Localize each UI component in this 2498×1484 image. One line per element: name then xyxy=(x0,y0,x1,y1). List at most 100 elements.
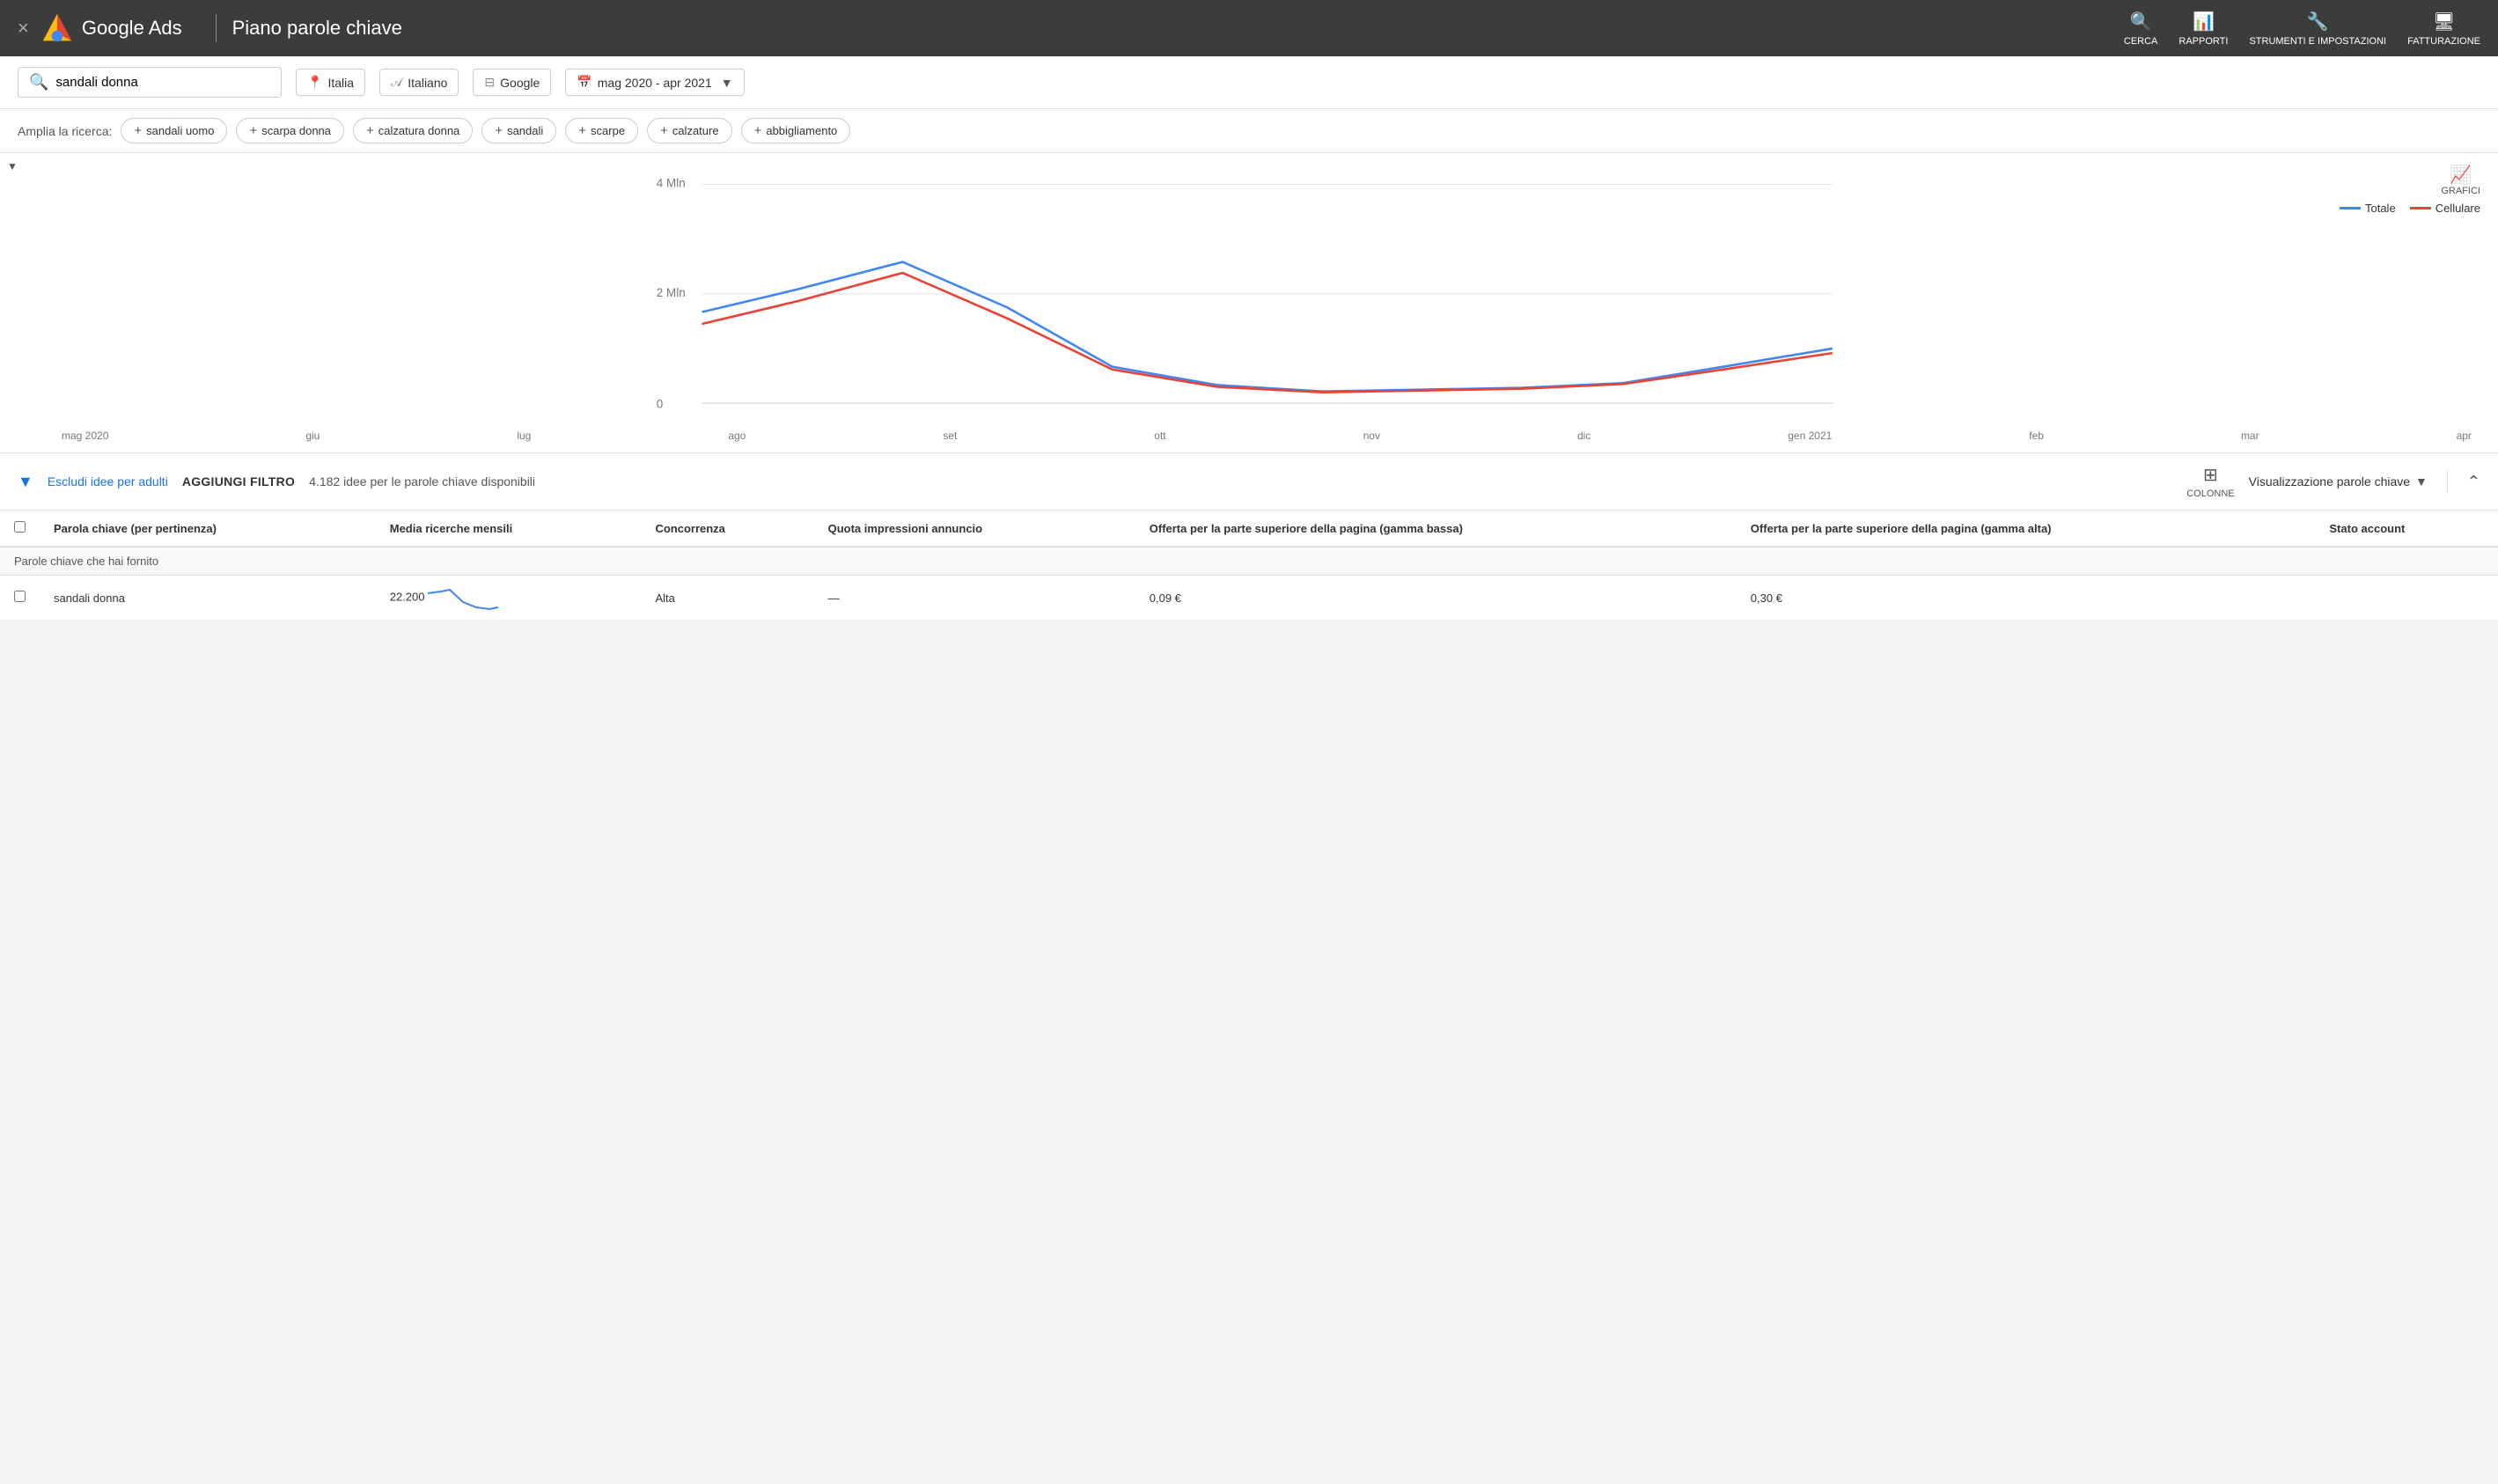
svg-text:4 Mln: 4 Mln xyxy=(657,177,686,190)
collapse-table-button[interactable]: ⌃ xyxy=(2467,473,2480,491)
related-chip-label: abbigliamento xyxy=(766,124,837,137)
strumenti-icon: 🔧 xyxy=(2307,11,2329,33)
plus-icon: + xyxy=(366,123,374,138)
ideas-count: 4.182 idee per le parole chiave disponib… xyxy=(309,474,2172,489)
monthly-searches-cell: 22.200 xyxy=(376,576,642,621)
strumenti-label: STRUMENTI E IMPOSTAZIONI xyxy=(2249,36,2386,47)
plus-icon: + xyxy=(754,123,762,138)
bid-low-header: Offerta per la parte superiore della pag… xyxy=(1135,511,1737,547)
x-label-ago: ago xyxy=(728,430,746,442)
related-chip-label: sandali uomo xyxy=(146,124,214,137)
related-chip-scarpa-donna[interactable]: + scarpa donna xyxy=(236,118,344,143)
network-icon: ⊟ xyxy=(484,75,495,90)
chart-container: 4 Mln 2 Mln 0 mag 2020 giu lug ago set o… xyxy=(0,153,2498,452)
monthly-searches-header: Media ricerche mensili xyxy=(376,511,642,547)
date-range-label: mag 2020 - apr 2021 xyxy=(598,76,712,90)
related-chip-label: scarpe xyxy=(591,124,625,137)
keyword-header: Parola chiave (per pertinenza) xyxy=(40,511,376,547)
date-range-filter[interactable]: 📅 mag 2020 - apr 2021 ▼ xyxy=(565,69,744,96)
filter-icon[interactable]: ▼ xyxy=(18,473,33,491)
trend-sparkline xyxy=(428,584,498,611)
impression-share-header: Quota impressioni annuncio xyxy=(814,511,1135,547)
fatturazione-label: FATTURAZIONE xyxy=(2407,36,2480,47)
header-actions: 🔍 CERCA 📊 RAPPORTI 🔧 STRUMENTI E IMPOSTA… xyxy=(2124,11,2480,47)
chart-x-labels: mag 2020 giu lug ago set ott nov dic gen… xyxy=(18,426,2480,451)
account-status-header: Stato account xyxy=(2315,511,2498,547)
fatturazione-icon: 🖥 xyxy=(2433,11,2455,33)
plus-icon: + xyxy=(495,123,503,138)
header: × Google Ads Piano parole chiave 🔍 CERCA… xyxy=(0,0,2498,56)
header-divider xyxy=(216,14,217,42)
table-controls-divider xyxy=(2447,469,2448,494)
account-status-cell xyxy=(2315,576,2498,621)
select-all-checkbox[interactable] xyxy=(14,521,26,533)
location-icon: 📍 xyxy=(307,75,322,90)
network-label: Google xyxy=(500,76,540,90)
x-label-set: set xyxy=(943,430,957,442)
x-label-dic: dic xyxy=(1577,430,1591,442)
table-row: sandali donna 22.200 Alta — 0,09 € 0,30 … xyxy=(0,576,2498,621)
row-checkbox[interactable] xyxy=(14,591,26,602)
related-chip-label: sandali xyxy=(507,124,543,137)
x-label-apr: apr xyxy=(2457,430,2472,442)
section-label: Parole chiave che hai fornito xyxy=(0,547,2498,576)
competition-cell: Alta xyxy=(641,576,813,621)
svg-text:0: 0 xyxy=(657,397,663,410)
language-filter[interactable]: 𝒜 Italiano xyxy=(379,69,459,96)
network-filter[interactable]: ⊟ Google xyxy=(473,69,551,96)
row-checkbox-cell[interactable] xyxy=(0,576,40,621)
related-chip-scarpe[interactable]: + scarpe xyxy=(565,118,638,143)
fatturazione-button[interactable]: 🖥 FATTURAZIONE xyxy=(2407,11,2480,47)
close-button[interactable]: × xyxy=(18,17,29,40)
page-title: Piano parole chiave xyxy=(232,17,402,40)
related-chip-abbigliamento[interactable]: + abbigliamento xyxy=(741,118,851,143)
language-label: Italiano xyxy=(408,76,447,90)
related-chip-calzature[interactable]: + calzature xyxy=(647,118,732,143)
location-filter[interactable]: 📍 Italia xyxy=(296,69,365,96)
related-terms-row: Amplia la ricerca: + sandali uomo + scar… xyxy=(0,109,2498,153)
language-icon: 𝒜 xyxy=(391,75,402,90)
header-logo: Google Ads xyxy=(41,12,198,44)
bid-low-cell: 0,09 € xyxy=(1135,576,1737,621)
view-label: Visualizzazione parole chiave xyxy=(2249,474,2410,489)
select-all-header[interactable] xyxy=(0,511,40,547)
strumenti-button[interactable]: 🔧 STRUMENTI E IMPOSTAZIONI xyxy=(2249,11,2386,47)
plus-icon: + xyxy=(578,123,586,138)
cerca-button[interactable]: 🔍 CERCA xyxy=(2124,11,2158,47)
x-label-mag2020: mag 2020 xyxy=(62,430,108,442)
x-label-feb: feb xyxy=(2029,430,2044,442)
date-dropdown-icon: ▼ xyxy=(721,76,733,90)
rapporti-icon: 📊 xyxy=(2193,11,2215,33)
x-label-ott: ott xyxy=(1154,430,1165,442)
table-header-row: Parola chiave (per pertinenza) Media ric… xyxy=(0,511,2498,547)
columns-label: COLONNE xyxy=(2186,489,2234,499)
x-label-lug: lug xyxy=(517,430,531,442)
related-chip-calzatura-donna[interactable]: + calzatura donna xyxy=(353,118,473,143)
related-chip-sandali-uomo[interactable]: + sandali uomo xyxy=(121,118,227,143)
columns-icon: ⊞ xyxy=(2203,464,2218,486)
x-label-gen2021: gen 2021 xyxy=(1788,430,1832,442)
search-input[interactable] xyxy=(55,75,270,90)
related-label: Amplia la ricerca: xyxy=(18,124,112,138)
x-label-mar: mar xyxy=(2241,430,2259,442)
monthly-searches-value: 22.200 xyxy=(390,590,425,603)
exclude-adults-link[interactable]: Escludi idee per adulti xyxy=(48,474,168,489)
plus-icon: + xyxy=(660,123,668,138)
related-chip-sandali[interactable]: + sandali xyxy=(481,118,556,143)
x-label-nov: nov xyxy=(1363,430,1380,442)
impression-share-cell: — xyxy=(814,576,1135,621)
chart-svg: 4 Mln 2 Mln 0 xyxy=(18,171,2480,426)
view-selector-button[interactable]: Visualizzazione parole chiave ▼ xyxy=(2249,474,2428,489)
rapporti-button[interactable]: 📊 RAPPORTI xyxy=(2178,11,2228,47)
location-label: Italia xyxy=(327,76,354,90)
rapporti-label: RAPPORTI xyxy=(2178,36,2228,47)
search-icon: 🔍 xyxy=(29,73,48,92)
google-ads-logo-icon xyxy=(41,12,73,44)
add-filter-button[interactable]: AGGIUNGI FILTRO xyxy=(182,474,295,489)
x-label-giu: giu xyxy=(305,430,320,442)
plus-icon: + xyxy=(249,123,257,138)
search-input-wrap[interactable]: 🔍 xyxy=(18,67,282,98)
search-icon: 🔍 xyxy=(2130,11,2152,33)
related-chip-label: calzature xyxy=(672,124,719,137)
columns-button[interactable]: ⊞ COLONNE xyxy=(2186,464,2234,499)
